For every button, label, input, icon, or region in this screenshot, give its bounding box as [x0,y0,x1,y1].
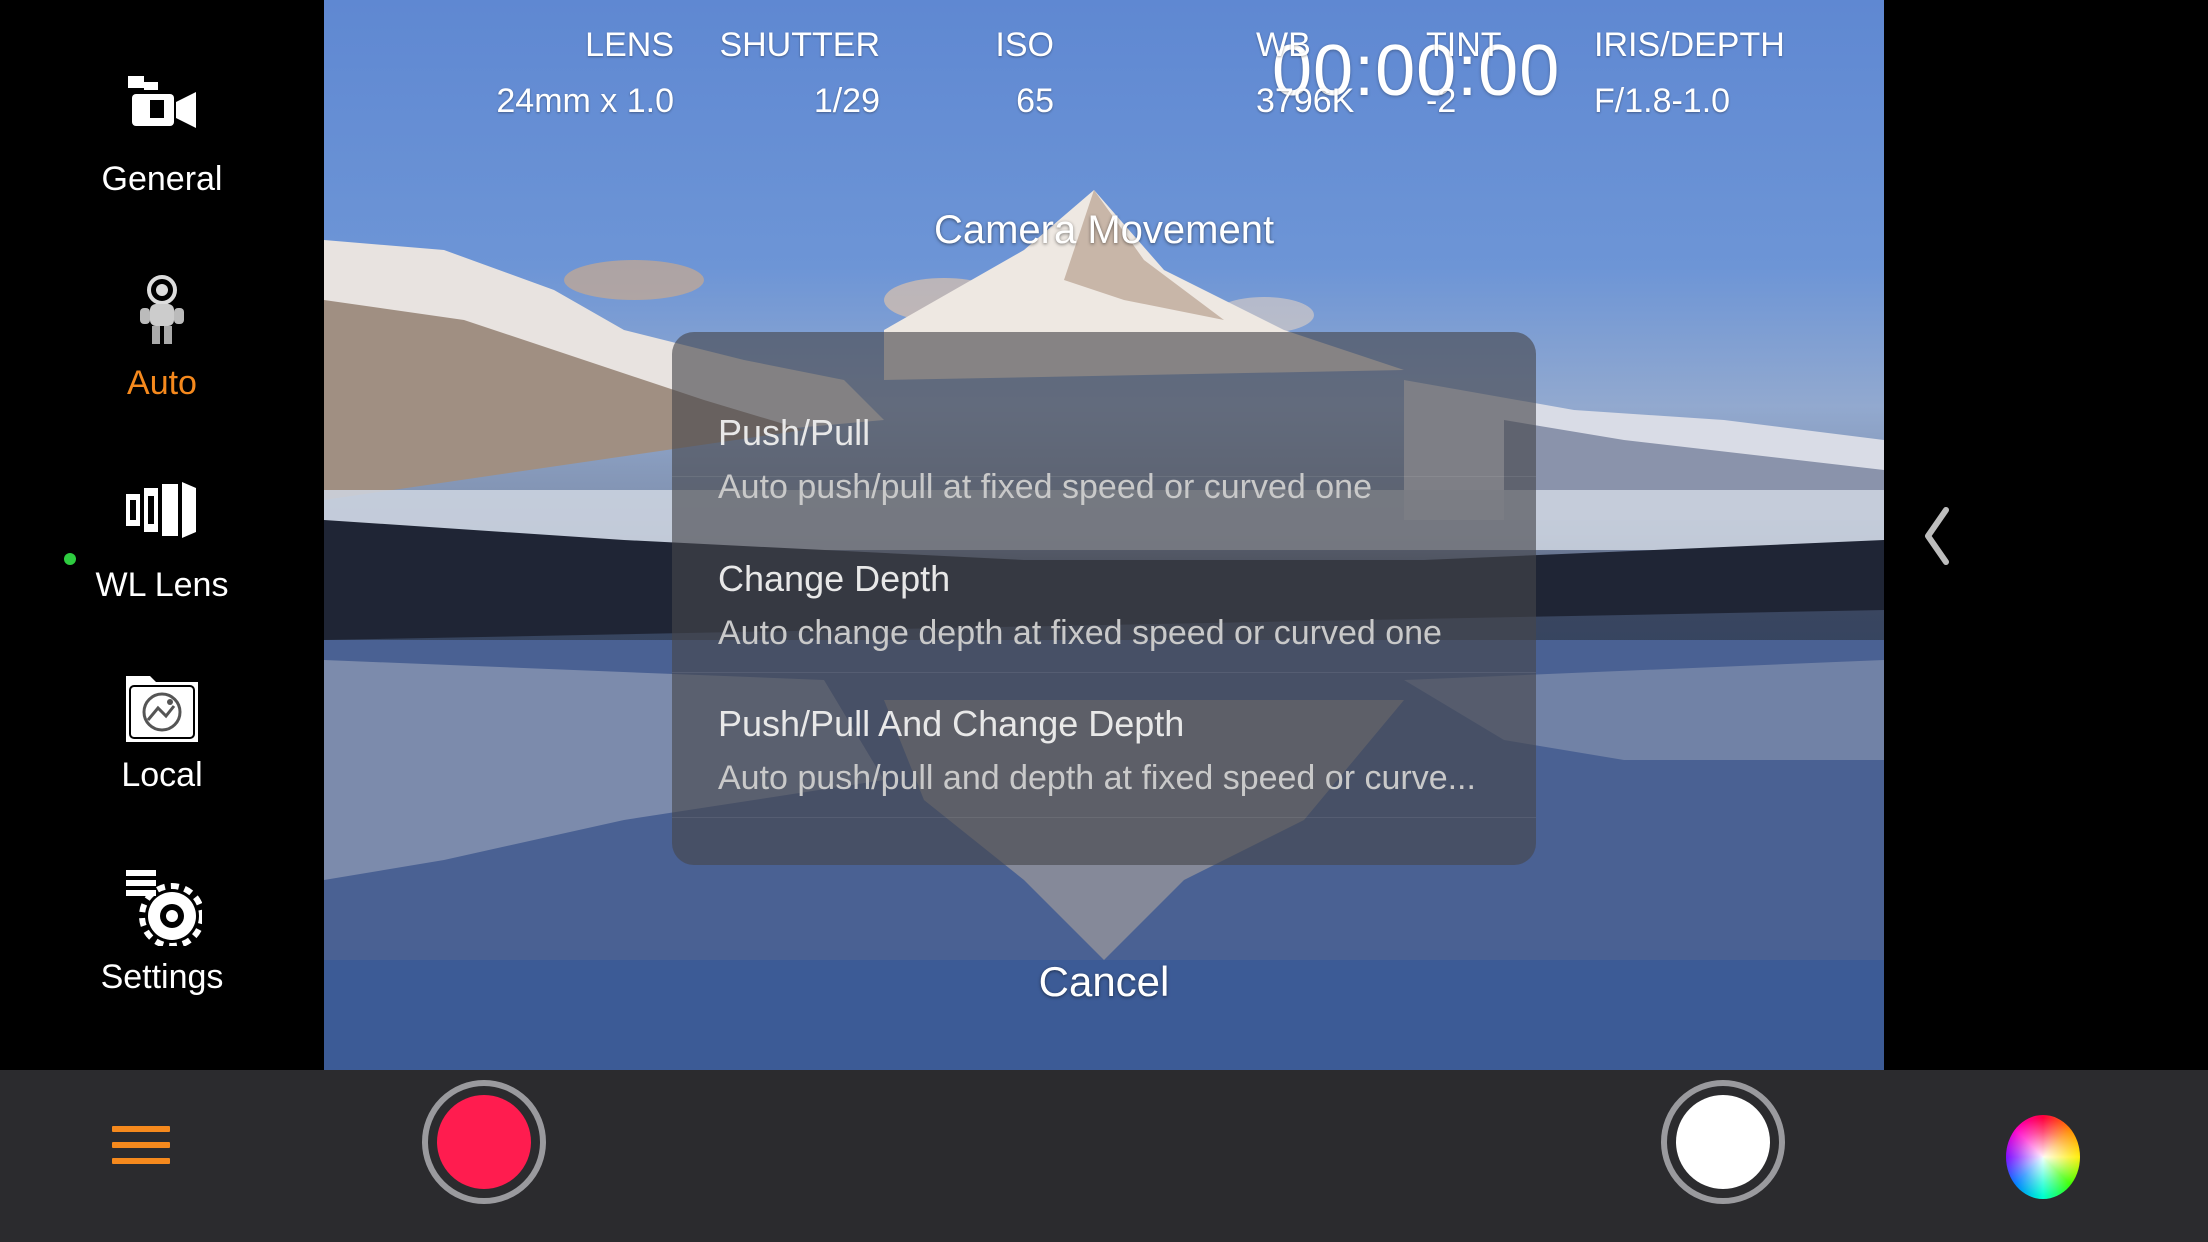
sidebar-item-label: Settings [100,958,224,996]
tint-label: TINT [1426,26,1502,64]
record-button[interactable] [422,1080,546,1204]
option-title: Change Depth [718,558,951,599]
option-description: Auto push/pull and depth at fixed speed … [718,759,1476,797]
wb-value[interactable]: 3796K [1256,82,1354,121]
iris-depth-label: IRIS/DEPTH [1594,26,1785,64]
iris-depth-value[interactable]: F/1.8-1.0 [1594,82,1730,121]
color-wheel-icon[interactable] [2006,1115,2080,1199]
wb-label: WB [1256,26,1311,64]
iso-value[interactable]: 65 [924,82,1054,121]
shutter-value[interactable]: 1/29 [580,82,880,121]
settings-gear-icon [126,870,202,946]
status-dot [64,553,76,565]
option-push-pull-and-change-depth[interactable]: Push/Pull And Change Depth Auto push/pul… [672,673,1536,818]
sidebar-item-settings[interactable]: Settings [0,866,324,1046]
sidebar-item-local[interactable]: Local [0,664,324,844]
sidebar-item-auto[interactable]: Auto [0,272,324,452]
sidebar: General Auto WL Lens Local Settings [0,0,324,1070]
sidebar-item-label: WL Lens [95,566,229,604]
astronaut-icon [140,275,184,344]
camera-movement-options: Push/Pull Auto push/pull at fixed speed … [672,332,1536,865]
option-description: Auto change depth at fixed speed or curv… [718,614,1442,652]
sidebar-item-label: Local [121,756,203,794]
menu-icon[interactable] [112,1126,170,1170]
option-title: Push/Pull And Change Depth [718,703,1185,744]
cancel-button[interactable]: Cancel [1039,958,1170,1006]
sidebar-item-label: Auto [127,364,197,402]
folder-image-icon [126,676,198,742]
lens-icon [126,482,196,538]
option-change-depth[interactable]: Change Depth Auto change depth at fixed … [672,528,1536,673]
sidebar-item-wl-lens[interactable]: WL Lens [0,474,324,654]
iso-label: ISO [995,26,1054,64]
option-push-pull[interactable]: Push/Pull Auto push/pull at fixed speed … [672,332,1536,506]
option-description: Auto push/pull at fixed speed or curved … [718,468,1372,506]
option-title: Push/Pull [718,412,871,453]
chevron-left-icon[interactable] [1916,504,1956,568]
sidebar-item-general[interactable]: General [0,68,324,248]
shutter-label: SHUTTER [719,26,880,64]
video-camera-icon [128,76,196,128]
sheet-title: Camera Movement [933,208,1275,252]
sidebar-item-label: General [101,160,223,198]
tint-value[interactable]: -2 [1426,82,1456,121]
photo-capture-button[interactable] [1661,1080,1785,1204]
bottom-toolbar [0,1070,2208,1242]
